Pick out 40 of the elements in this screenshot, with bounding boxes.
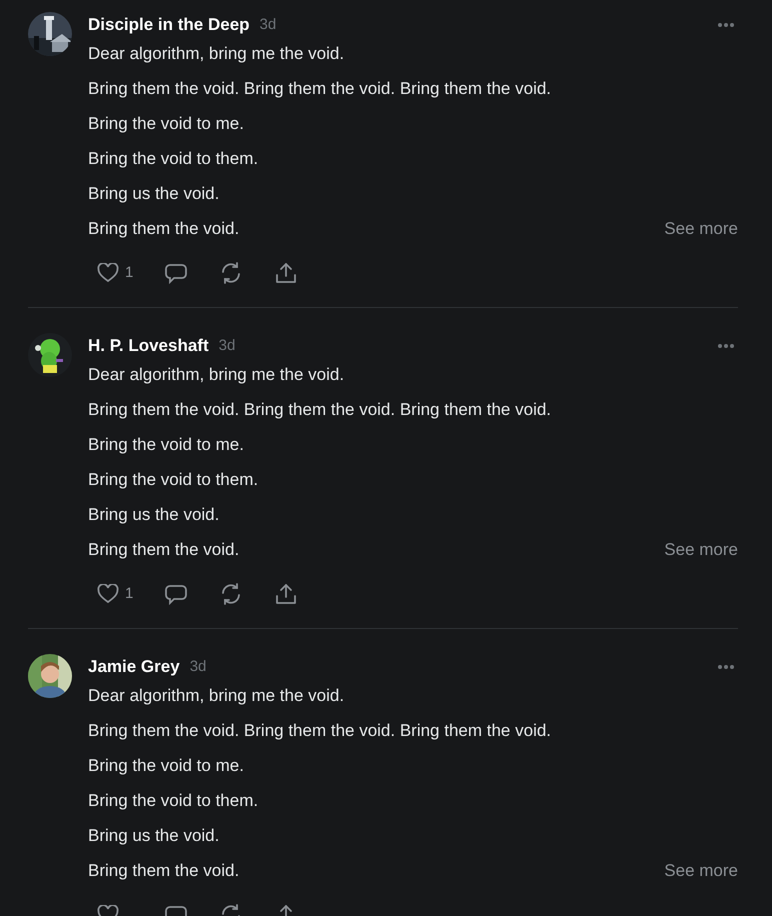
speech-bubble-icon <box>165 262 187 284</box>
post-text-line: Bring them the void. Bring them the void. Bring them the void. <box>88 720 552 742</box>
more-options-icon[interactable] <box>718 344 734 348</box>
post-text-line: Bring them the void. <box>88 860 240 882</box>
post-text-line: Bring the void to them. <box>88 148 258 170</box>
author-name[interactable]: Disciple in the Deep <box>88 12 250 38</box>
repost-icon <box>220 262 242 284</box>
see-more-link[interactable]: See more <box>664 537 738 563</box>
post-text-line: Dear algorithm, bring me the void. <box>88 364 344 386</box>
post-text-line: Bring the void to me. <box>88 113 244 135</box>
more-options-icon[interactable] <box>718 665 734 669</box>
post-text-line: Bring us the void. <box>88 183 220 205</box>
post-text-line: Bring us the void. <box>88 825 220 847</box>
post-time: 3d <box>190 656 206 677</box>
post-text-line: Bring the void to me. <box>88 434 244 456</box>
see-more-link[interactable]: See more <box>664 216 738 242</box>
post-text-line: Bring us the void. <box>88 504 220 526</box>
author-name[interactable]: Jamie Grey <box>88 654 180 680</box>
share-icon <box>275 583 297 605</box>
heart-icon <box>97 584 119 604</box>
post-text-line: Bring them the void. <box>88 539 240 561</box>
share-icon <box>275 262 297 284</box>
post-text-line: Bring them the void. Bring them the void. Bring them the void. <box>88 78 552 100</box>
post-text-line: Bring them the void. Bring them the void. Bring them the void. <box>88 399 552 421</box>
post-text-line: Bring the void to them. <box>88 790 258 812</box>
post-text-line: Dear algorithm, bring me the void. <box>88 685 344 707</box>
speech-bubble-icon <box>165 584 187 604</box>
author-name[interactable]: H. P. Loveshaft <box>88 333 209 359</box>
heart-icon <box>97 263 119 283</box>
post-time: 3d <box>260 14 276 35</box>
post-text-line: Dear algorithm, bring me the void. <box>88 43 344 65</box>
repost-icon <box>220 583 242 605</box>
like-button[interactable]: 1 <box>97 262 165 284</box>
post-text-line: Bring the void to me. <box>88 755 244 777</box>
see-more-link[interactable]: See more <box>664 858 738 884</box>
post-text-line: Bring the void to them. <box>88 469 258 491</box>
more-options-icon[interactable] <box>718 23 734 27</box>
post-time: 3d <box>218 336 236 356</box>
post-text-line: Bring them the void. <box>88 218 240 240</box>
like-button[interactable]: 1 <box>97 582 165 606</box>
